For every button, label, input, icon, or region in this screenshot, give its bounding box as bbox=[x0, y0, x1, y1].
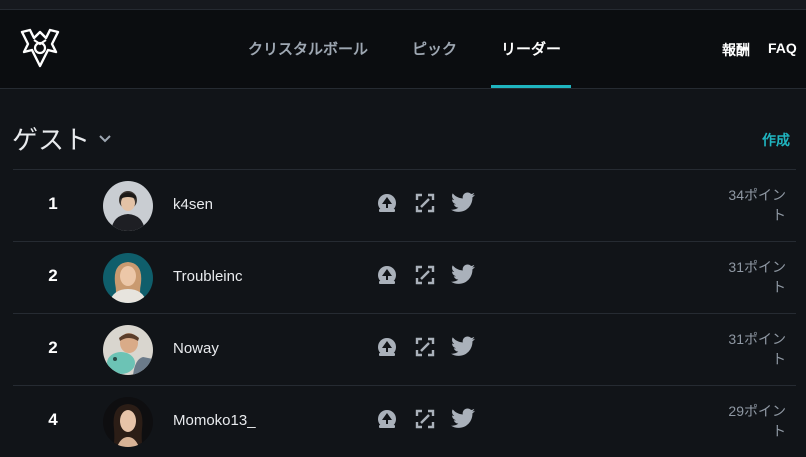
nav-link-faq[interactable]: FAQ bbox=[768, 40, 797, 56]
top-strip bbox=[0, 0, 806, 10]
active-tab-underline bbox=[491, 85, 571, 88]
avatar bbox=[103, 397, 153, 447]
points: 31ポイン ト bbox=[728, 331, 786, 367]
expand-icon[interactable] bbox=[412, 334, 438, 360]
player-name[interactable]: Troubleinc bbox=[173, 268, 242, 285]
chevron-down-icon bbox=[99, 134, 111, 142]
page-header: ゲスト 作成 bbox=[0, 110, 806, 160]
expand-icon[interactable] bbox=[412, 262, 438, 288]
points: 31ポイン ト bbox=[728, 259, 786, 295]
create-button[interactable]: 作成 bbox=[762, 130, 790, 150]
player-name[interactable]: k4sen bbox=[173, 196, 213, 213]
avatar bbox=[103, 325, 153, 375]
stream-icon[interactable] bbox=[374, 262, 400, 288]
worlds-logo-icon[interactable] bbox=[16, 24, 64, 72]
points: 34ポイン ト bbox=[728, 187, 786, 223]
rank: 4 bbox=[48, 410, 58, 429]
player-name[interactable]: Noway bbox=[173, 340, 219, 357]
stream-icon[interactable] bbox=[374, 406, 400, 432]
avatar bbox=[103, 181, 153, 231]
page-title: ゲスト bbox=[12, 125, 91, 155]
list-item[interactable]: 4 Momoko13_ 29ポイン ト bbox=[13, 385, 796, 457]
rank: 2 bbox=[48, 338, 58, 357]
rank: 1 bbox=[48, 194, 58, 213]
avatar bbox=[103, 253, 153, 303]
list-item[interactable]: 1 k4sen 34ポイン ト bbox=[13, 169, 796, 241]
twitter-icon[interactable] bbox=[450, 334, 476, 360]
nav-link-crystal-ball[interactable]: クリスタルボール bbox=[248, 38, 368, 59]
leaderboard-list: 1 k4sen 34ポイン ト 2 Troubleinc 31ポイン ト 2 N… bbox=[13, 169, 796, 457]
expand-icon[interactable] bbox=[412, 190, 438, 216]
twitter-icon[interactable] bbox=[450, 262, 476, 288]
stream-icon[interactable] bbox=[374, 334, 400, 360]
player-name[interactable]: Momoko13_ bbox=[173, 412, 256, 429]
guest-dropdown[interactable]: ゲスト bbox=[12, 120, 112, 157]
expand-icon[interactable] bbox=[412, 406, 438, 432]
nav-link-rewards[interactable]: 報酬 bbox=[722, 40, 750, 60]
list-item[interactable]: 2 Troubleinc 31ポイン ト bbox=[13, 241, 796, 313]
twitter-icon[interactable] bbox=[450, 406, 476, 432]
nav-link-picks[interactable]: ピック bbox=[412, 38, 457, 59]
list-item[interactable]: 2 Noway 31ポイン ト bbox=[13, 313, 796, 385]
twitter-icon[interactable] bbox=[450, 190, 476, 216]
stream-icon[interactable] bbox=[374, 190, 400, 216]
nav-link-leaders[interactable]: リーダー bbox=[501, 38, 561, 59]
navbar: クリスタルボール ピック リーダー 報酬 FAQ bbox=[0, 10, 806, 89]
points: 29ポイン ト bbox=[728, 403, 786, 439]
rank: 2 bbox=[48, 266, 58, 285]
